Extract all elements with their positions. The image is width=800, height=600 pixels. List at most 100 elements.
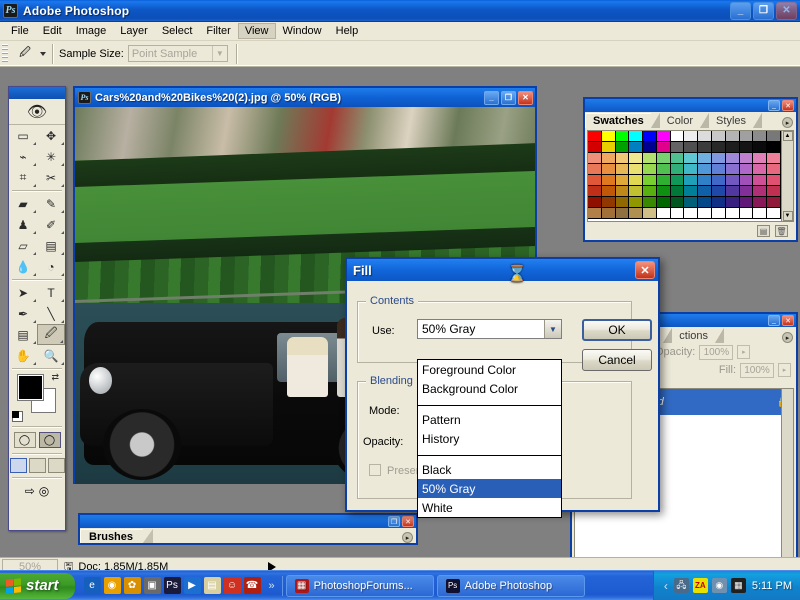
swatch-cell[interactable]	[616, 153, 630, 164]
tray-collapse-icon[interactable]: ‹	[664, 579, 668, 593]
swatch-cell[interactable]	[602, 153, 616, 164]
fill-value[interactable]: 100%	[740, 363, 774, 378]
dropdown-option[interactable]: History	[418, 429, 561, 448]
swatch-cell[interactable]	[740, 208, 754, 219]
swatch-cell[interactable]	[753, 142, 767, 153]
document-minimize-button[interactable]: _	[484, 91, 499, 105]
use-select[interactable]: 50% Gray ▼	[417, 319, 562, 339]
swatch-cell[interactable]	[657, 208, 671, 219]
swatch-cell[interactable]	[616, 208, 630, 219]
menu-view[interactable]: View	[238, 23, 276, 39]
crop-tool[interactable]: ⌗	[9, 167, 37, 188]
gradient-tool[interactable]: ▤	[37, 235, 65, 256]
taskbar-item-adobe-photoshop[interactable]: Ps Adobe Photoshop	[437, 575, 585, 597]
hand-tool[interactable]: ✋	[9, 345, 37, 366]
swatch-cell[interactable]	[684, 164, 698, 175]
swatch-cell[interactable]	[767, 164, 781, 175]
dropdown-option[interactable]: Pattern	[418, 410, 561, 429]
swap-colors-icon[interactable]: ⇄	[51, 372, 59, 383]
swatch-cell[interactable]	[671, 131, 685, 142]
blur-tool[interactable]: 💧	[9, 256, 37, 277]
ok-button[interactable]: OK	[582, 319, 652, 341]
chevron-down-icon[interactable]: ▼	[544, 320, 561, 338]
swatch-cell[interactable]	[657, 175, 671, 186]
tab-brushes[interactable]: Brushes	[80, 529, 143, 543]
swatch-cell[interactable]	[767, 131, 781, 142]
options-bar-grip[interactable]	[2, 44, 8, 64]
swatch-cell[interactable]	[657, 131, 671, 142]
swatch-cell[interactable]	[643, 175, 657, 186]
tab-color[interactable]: Color	[660, 113, 700, 128]
photoshop-icon[interactable]: Ps	[164, 577, 181, 594]
cancel-button[interactable]: Cancel	[582, 349, 652, 371]
fill-dialog-title-bar[interactable]: Fill ⌛ ✕	[347, 259, 658, 281]
layers-close-button[interactable]: ✕	[782, 315, 794, 326]
healing-brush-tool[interactable]: ▰	[9, 193, 37, 214]
swatch-cell[interactable]	[684, 175, 698, 186]
swatch-cell[interactable]	[726, 153, 740, 164]
internet-explorer-icon[interactable]: e	[84, 577, 101, 594]
toolbox-title-bar[interactable]	[9, 87, 65, 99]
swatch-cell[interactable]	[767, 197, 781, 208]
swatch-cell[interactable]	[602, 164, 616, 175]
swatch-cell[interactable]	[684, 186, 698, 197]
layers-menu-icon[interactable]: ▸	[782, 332, 793, 343]
swatch-cell[interactable]	[629, 197, 643, 208]
tab-actions[interactable]: ctions	[672, 328, 715, 343]
swatch-cell[interactable]	[712, 131, 726, 142]
swatch-cell[interactable]	[671, 153, 685, 164]
update-icon[interactable]: ◉	[712, 578, 727, 593]
swatch-cell[interactable]	[698, 197, 712, 208]
menu-edit[interactable]: Edit	[36, 23, 69, 39]
brushes-menu-icon[interactable]: ▸	[402, 532, 413, 543]
brushes-title-bar[interactable]: ❐ ✕	[80, 515, 416, 528]
document-title-bar[interactable]: Ps Cars%20and%20Bikes%20(2).jpg @ 50% (R…	[75, 88, 535, 107]
opacity-value[interactable]: 100%	[699, 345, 733, 360]
dialup-icon[interactable]: ☎	[244, 577, 261, 594]
swatch-cell[interactable]	[726, 186, 740, 197]
swatch-grid[interactable]	[588, 131, 781, 221]
menu-help[interactable]: Help	[329, 23, 366, 39]
scroll-down-icon[interactable]: ▼	[783, 211, 793, 221]
swatch-cell[interactable]	[698, 153, 712, 164]
brush-tool[interactable]: ✎	[37, 193, 65, 214]
swatch-cell[interactable]	[767, 153, 781, 164]
chevron-down-icon[interactable]: ▼	[212, 46, 227, 61]
swatch-cell[interactable]	[712, 164, 726, 175]
foreground-color-swatch[interactable]	[18, 375, 43, 400]
document-close-button[interactable]: ✕	[518, 91, 533, 105]
fill-dialog-close-button[interactable]: ✕	[635, 261, 655, 279]
image-viewer-icon[interactable]: ▣	[144, 577, 161, 594]
swatch-cell[interactable]	[740, 175, 754, 186]
swatch-cell[interactable]	[629, 131, 643, 142]
swatch-cell[interactable]	[767, 208, 781, 219]
tool-preset-chevron-down-icon[interactable]	[40, 52, 46, 56]
swatch-cell[interactable]	[712, 186, 726, 197]
close-button[interactable]: ✕	[776, 2, 797, 20]
move-tool[interactable]: ✥	[37, 125, 65, 146]
swatch-cell[interactable]	[643, 142, 657, 153]
swatch-cell[interactable]	[740, 142, 754, 153]
notepad-icon[interactable]: ▤	[204, 577, 221, 594]
lasso-tool[interactable]: ⌁	[9, 146, 37, 167]
swatches-scrollbar[interactable]: ▲ ▼	[781, 131, 793, 221]
swatch-cell[interactable]	[726, 142, 740, 153]
swatch-cell[interactable]	[753, 175, 767, 186]
swatch-cell[interactable]	[657, 142, 671, 153]
default-colors-icon[interactable]	[12, 411, 23, 422]
swatch-cell[interactable]	[671, 208, 685, 219]
standard-mode-button[interactable]: ◯	[14, 432, 36, 448]
swatch-cell[interactable]	[671, 186, 685, 197]
brushes-maximize-button[interactable]: ❐	[388, 516, 400, 527]
swatch-cell[interactable]	[588, 197, 602, 208]
dropdown-option[interactable]: 50% Gray	[418, 479, 561, 498]
delete-swatch-button[interactable]: 🗑	[775, 225, 788, 237]
standard-screen-mode-button[interactable]	[10, 458, 27, 473]
swatch-cell[interactable]	[698, 175, 712, 186]
swatch-cell[interactable]	[726, 197, 740, 208]
swatch-cell[interactable]	[602, 175, 616, 186]
swatch-cell[interactable]	[753, 186, 767, 197]
tab-styles[interactable]: Styles	[709, 113, 753, 128]
network-icon[interactable]: 🖧	[674, 578, 689, 593]
swatch-cell[interactable]	[657, 197, 671, 208]
